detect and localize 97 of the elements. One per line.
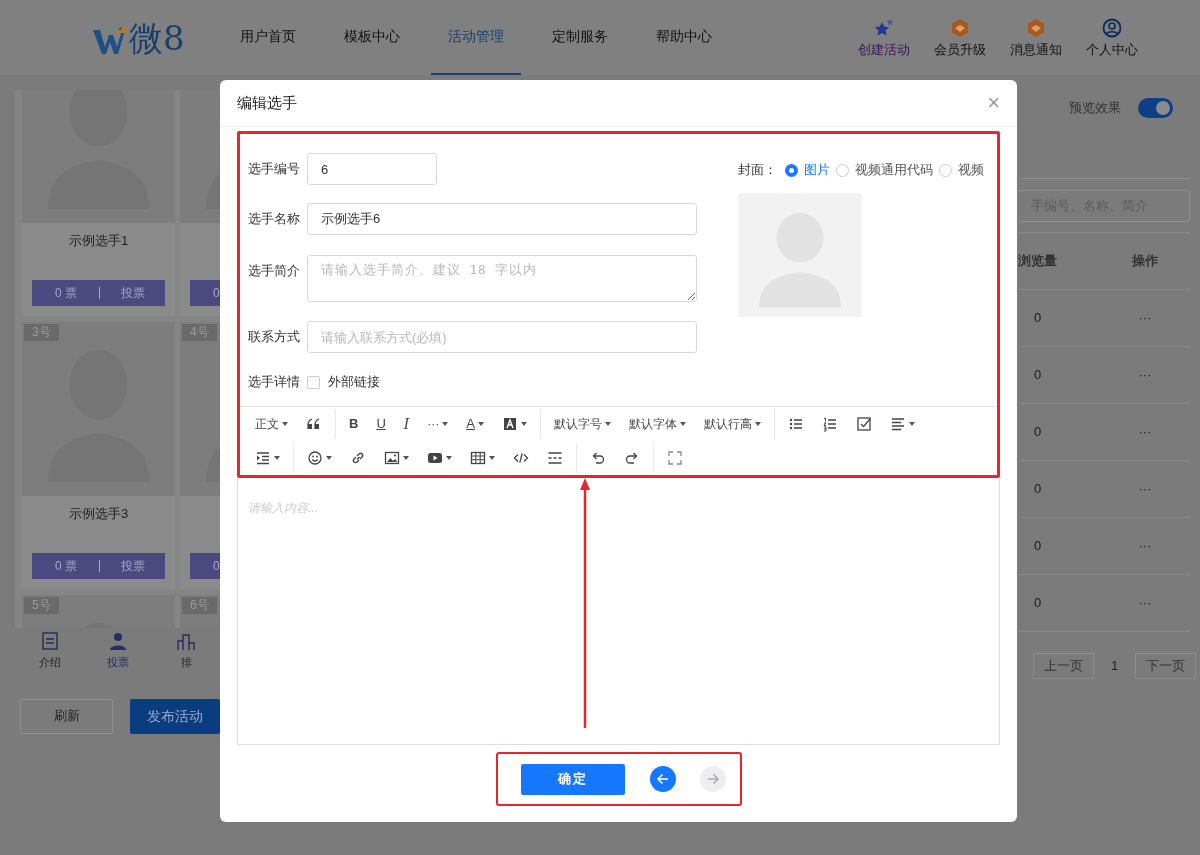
- header-action-link[interactable]: 消息通知: [1010, 41, 1062, 60]
- more-actions-button[interactable]: ···: [1138, 481, 1152, 497]
- bottom-tab[interactable]: 排: [152, 632, 220, 671]
- emoji-icon: [307, 450, 323, 466]
- radio-label[interactable]: 图片: [804, 161, 830, 180]
- radio-button[interactable]: [939, 163, 952, 177]
- table-cell: 0: [1033, 367, 1042, 383]
- contestant-name: 示例选手3: [68, 506, 129, 521]
- divider-icon: [547, 450, 563, 466]
- contestant-name: 示例选手1: [68, 233, 129, 248]
- vote-count: 0 票: [55, 559, 77, 573]
- text-area[interactable]: 请输入选手简介、建议 18 字以内: [307, 255, 697, 302]
- undo-icon: [590, 450, 606, 466]
- document-icon: [41, 632, 59, 650]
- back-button[interactable]: [649, 766, 676, 792]
- radio-label[interactable]: 视频通用代码: [855, 161, 933, 180]
- toolbar-button[interactable]: 默认字号: [545, 410, 620, 438]
- toolbar-button[interactable]: U: [367, 410, 395, 438]
- confirm-button[interactable]: 确定: [520, 763, 625, 795]
- radio-button[interactable]: [785, 163, 798, 177]
- bottom-tab[interactable]: 投票: [84, 632, 152, 671]
- radio-label[interactable]: 视频: [958, 161, 984, 180]
- logo-icon: [92, 26, 129, 55]
- nav-tab[interactable]: 定制服务: [535, 0, 625, 75]
- toolbar-button[interactable]: ···: [418, 410, 458, 438]
- radio-button[interactable]: [836, 163, 849, 177]
- column-header: 浏览量: [1018, 253, 1057, 269]
- table-cell: 0: [1033, 424, 1042, 440]
- refresh-button[interactable]: 刷新: [20, 698, 113, 734]
- header-action-link[interactable]: 个人中心: [1086, 41, 1138, 60]
- numbered-list-icon: [822, 416, 838, 432]
- logo-text: 微8: [129, 20, 185, 55]
- person-icon: [109, 632, 127, 650]
- preview-toggle[interactable]: [1138, 98, 1173, 118]
- arrow-left-icon: [654, 771, 671, 787]
- table-cell: 0: [1033, 538, 1042, 554]
- table-cell: 0: [1033, 481, 1042, 497]
- toolbar-button[interactable]: B: [340, 410, 368, 438]
- checkbox[interactable]: [307, 375, 320, 389]
- field-label: 选手名称: [248, 212, 300, 226]
- quote-icon: [306, 416, 322, 432]
- toolbar-button[interactable]: A: [457, 410, 493, 438]
- vote-bar[interactable]: 0: [190, 553, 220, 579]
- video-icon: [427, 450, 443, 466]
- more-actions-button[interactable]: ···: [1138, 424, 1152, 440]
- modal-title: 编辑选手: [237, 92, 297, 113]
- toolbar-button[interactable]: 正文: [246, 410, 297, 438]
- toolbar-button[interactable]: 默认字体: [620, 410, 695, 438]
- page-number[interactable]: 1: [1111, 656, 1119, 676]
- toolbar-button[interactable]: 默认行高: [695, 410, 770, 438]
- nav-tab[interactable]: 活动管理: [431, 0, 521, 75]
- more-actions-button[interactable]: ···: [1138, 538, 1152, 554]
- more-actions-button[interactable]: ···: [1138, 310, 1152, 326]
- nav-tab[interactable]: 模板中心: [327, 0, 417, 75]
- table-icon: [470, 450, 486, 466]
- more-actions-button[interactable]: ···: [1138, 367, 1152, 383]
- input-field[interactable]: 请输入联系方式(必填): [307, 321, 697, 353]
- field-label: 选手详情: [248, 375, 300, 389]
- person-icon[interactable]: [1101, 18, 1123, 39]
- vote-count: 0 票: [55, 286, 77, 300]
- vote-count: 0: [213, 286, 220, 300]
- vote-link[interactable]: 投票: [120, 559, 145, 573]
- input-field[interactable]: 6: [307, 153, 437, 185]
- nav-tab[interactable]: 帮助中心: [639, 0, 729, 75]
- checklist-icon: [856, 416, 872, 432]
- highlight-icon: [502, 416, 518, 432]
- align-icon: [890, 416, 906, 432]
- preview-label: 预览效果: [1069, 99, 1121, 118]
- field-label: 联系方式: [248, 330, 300, 344]
- field-label: 选手编号: [248, 162, 300, 176]
- more-actions-button[interactable]: ···: [1138, 595, 1152, 611]
- bullet-list-icon: [788, 416, 804, 432]
- field-label: 选手简介: [248, 264, 300, 278]
- redo-icon: [624, 450, 640, 466]
- image-icon: [384, 450, 400, 466]
- cover-label: 封面：: [738, 162, 777, 179]
- publish-button[interactable]: 发布活动: [130, 698, 220, 734]
- checkbox-label[interactable]: 外部链接: [328, 373, 380, 392]
- vote-link[interactable]: 投票: [120, 286, 145, 300]
- input-field[interactable]: 示例选手6: [307, 203, 697, 235]
- bar-chart-icon: [177, 632, 195, 650]
- indent-icon: [255, 450, 271, 466]
- vote-bar[interactable]: 0 票 投票: [32, 553, 165, 579]
- header-action-link[interactable]: 会员升级: [934, 41, 986, 60]
- close-button[interactable]: ×: [987, 92, 1000, 114]
- column-header: 操作: [1132, 253, 1158, 269]
- link-icon: [350, 450, 366, 466]
- bottom-tab[interactable]: 介绍: [16, 632, 84, 671]
- header-action-link[interactable]: 创建活动: [858, 41, 910, 60]
- toolbar-button[interactable]: I: [394, 410, 419, 438]
- vote-bar[interactable]: 0 票 投票: [32, 280, 165, 306]
- table-cell: 0: [1033, 310, 1042, 326]
- nav-tab[interactable]: 用户首页: [223, 0, 313, 75]
- vote-count: 0: [213, 559, 220, 573]
- fullscreen-icon: [667, 450, 683, 466]
- vote-bar[interactable]: 0: [190, 280, 220, 306]
- table-cell: 0: [1033, 595, 1042, 611]
